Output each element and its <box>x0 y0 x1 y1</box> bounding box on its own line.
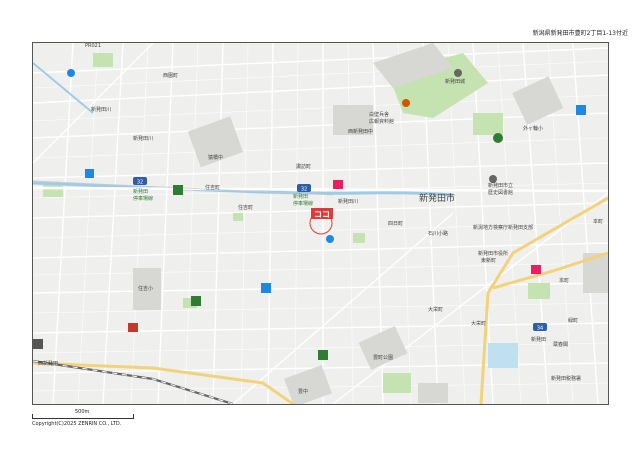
postoffice-icon <box>326 235 334 243</box>
town-label: 新発田市 <box>419 192 455 204</box>
park-small <box>233 213 243 221</box>
town-label-4: 四日町 <box>388 221 403 227</box>
stop-3-label: 蔵春閣 <box>553 341 568 348</box>
route-shield-32-label: 32 <box>301 187 307 193</box>
marker-label: ココ <box>314 210 330 219</box>
route-shield-32b-label: 32 <box>137 180 143 186</box>
museum-label-1: 新発田市立 <box>488 182 513 189</box>
shrine-label-2: 広報資料館 <box>369 118 394 125</box>
museum-label-2: 歴史図書館 <box>488 189 513 196</box>
tree-icon <box>493 133 503 143</box>
gas-station-icon <box>128 323 138 332</box>
bus-stop-icon <box>85 169 94 178</box>
junction-1: 住吉町 <box>205 184 220 191</box>
map-canvas[interactable]: ココ 32 32 34 新発田市 PR021 新発田川 新発田川 西園町 猿橋中… <box>33 43 608 404</box>
scale-bar <box>32 414 134 419</box>
station-park-3: 新発田 <box>293 193 308 200</box>
familymart-icon-2 <box>576 105 586 115</box>
town-label-5: 大栄町 <box>428 306 443 313</box>
river-label-main: 新発田川 <box>338 198 358 205</box>
town-label-6: 本町 <box>593 218 603 225</box>
station-icon <box>33 339 43 349</box>
convenience-store-icon <box>173 185 183 195</box>
junction-5: 西新発田 <box>38 360 58 367</box>
town-label-7: 緑町 <box>568 317 578 324</box>
lawson-icon <box>333 180 343 189</box>
stop-2-label: 東新町 <box>481 257 496 264</box>
junction-2: 石川小路 <box>428 230 448 237</box>
lawson-icon-2 <box>531 265 541 274</box>
shrine-icon <box>454 69 462 77</box>
familymart-icon <box>261 283 271 293</box>
school-west-label: 西新発田中 <box>348 128 373 135</box>
park-east <box>473 113 503 135</box>
shrine-label-1: 白壁兵舎 <box>369 111 389 118</box>
park-label: 豊町公園 <box>373 354 393 361</box>
lower-mid-label: 豊中 <box>298 388 308 395</box>
lower-left-label: 住吉小 <box>138 285 153 292</box>
convenience-store-icon-3 <box>318 350 328 360</box>
park-nw <box>93 53 113 67</box>
town-label-1: 西園町 <box>163 73 178 79</box>
station-park-1: 新発田 <box>133 188 148 195</box>
info-icon <box>67 69 75 77</box>
park-se <box>528 283 550 299</box>
stadium-label-2: 新発田税務署 <box>551 375 581 382</box>
town-label-3: 住吉町 <box>238 204 253 211</box>
station-park-2: 停車場線 <box>133 195 153 202</box>
hospital-label: 外ヶ輪小 <box>523 125 543 132</box>
govt-office-label: 新潟地方検察庁新発田支部 <box>473 224 533 231</box>
park-lower <box>383 373 411 393</box>
route-shield-34-label: 34 <box>537 326 543 332</box>
park-mid <box>353 233 365 243</box>
museum-pin-icon <box>489 175 497 183</box>
route-label-pr: PR021 <box>85 43 101 49</box>
school-left-label: 猿橋中 <box>208 154 223 161</box>
town-label-2: 諏訪町 <box>296 163 311 170</box>
museum-icon <box>402 99 410 107</box>
map-address-header: 新潟県新発田市豊町2丁目1-13付近 <box>532 30 628 37</box>
convenience-store-icon-2 <box>191 296 201 306</box>
city-hall-label: 新発田市役所 <box>478 250 508 257</box>
river-label-2: 新発田川 <box>133 135 153 142</box>
copyright-text: Copyright(C)2025 ZENRIN CO., LTD. <box>32 421 122 427</box>
stop-1-label: 新発田 <box>531 336 546 343</box>
castle-label: 新発田城 <box>445 78 465 85</box>
station-park-4: 停車場線 <box>293 200 313 207</box>
pond <box>488 343 518 368</box>
map-view[interactable]: ココ 32 32 34 新発田市 PR021 新発田川 新発田川 西園町 猿橋中… <box>32 42 609 405</box>
junction-4: 本町 <box>559 277 569 284</box>
river-label-1: 新発田川 <box>91 106 111 113</box>
junction-3: 大栄町 <box>471 320 486 327</box>
